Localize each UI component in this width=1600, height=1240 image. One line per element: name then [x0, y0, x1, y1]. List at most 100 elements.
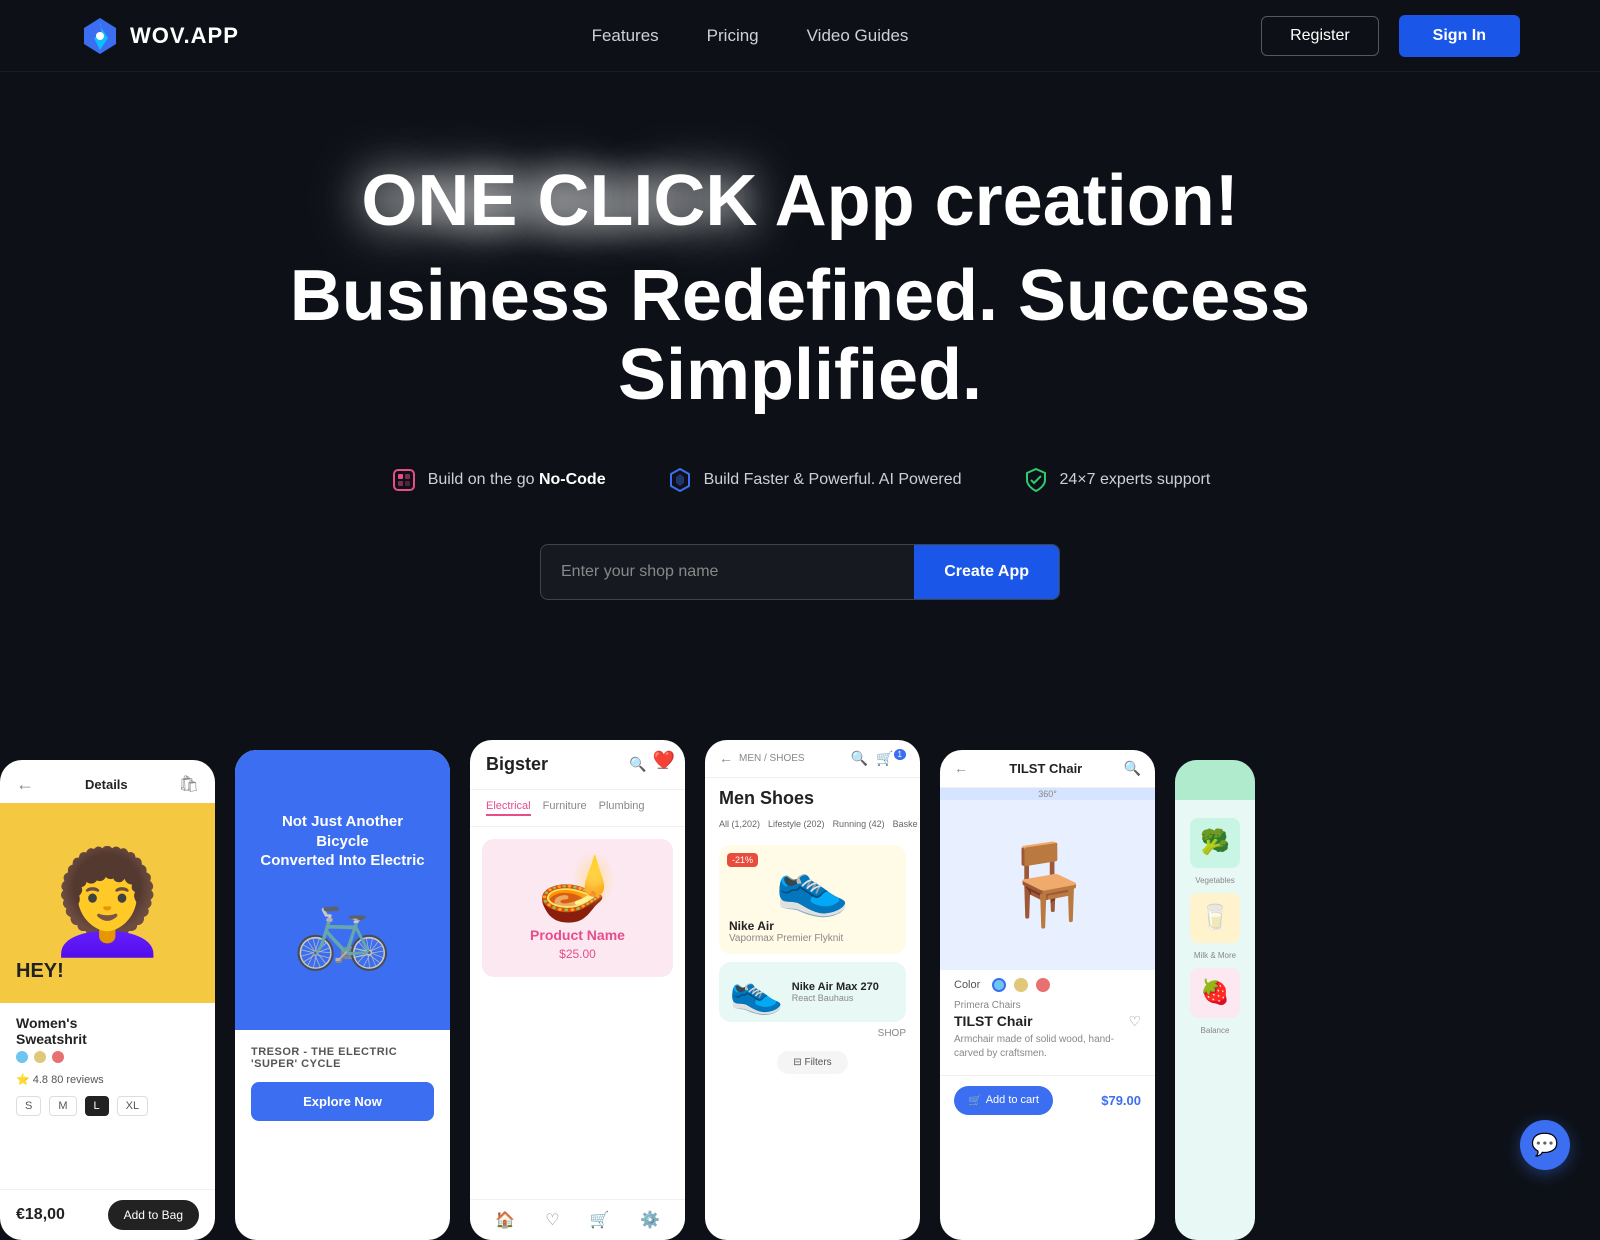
partial-items: 🥦 Vegetables 🥛 Milk & More 🍓 Balance: [1175, 810, 1255, 1043]
size-l[interactable]: L: [85, 1096, 109, 1116]
badge-ai-text: Build Faster & Powerful. AI Powered: [704, 471, 962, 489]
partial-label-3: Balance: [1201, 1026, 1230, 1035]
color-gold[interactable]: [34, 1051, 46, 1063]
shoes-nav-icons: 🔍 🛒1: [851, 750, 906, 767]
chair-brand: Primera Chairs: [954, 1000, 1141, 1011]
logo-text: WOV.APP: [130, 23, 239, 49]
nav-settings-icon[interactable]: ⚙️: [640, 1210, 660, 1230]
signin-button[interactable]: Sign In: [1399, 15, 1520, 57]
fashion-hero-image: 👩‍🦱 HEY!: [0, 803, 215, 1003]
color-blue[interactable]: [992, 978, 1006, 992]
color-red[interactable]: [1036, 978, 1050, 992]
back-icon[interactable]: ←: [16, 774, 34, 795]
size-s[interactable]: S: [16, 1096, 41, 1116]
support-icon: [1022, 466, 1050, 494]
color-blue[interactable]: [16, 1051, 28, 1063]
cta-box: Create App: [540, 544, 1060, 600]
chair-color-options: Color: [940, 970, 1155, 1000]
back-icon[interactable]: ←: [954, 760, 968, 776]
shop-name-input[interactable]: [541, 545, 914, 599]
shoes-product-1: -21% 👟 Nike Air Vapormax Premier Flyknit: [719, 845, 906, 954]
store-logo: Bigster: [486, 754, 548, 775]
add-to-cart-button[interactable]: 🛒 Add to cart: [954, 1086, 1053, 1115]
badge-nocode: Build on the go No-Code: [390, 466, 606, 494]
filter-running[interactable]: Running (42): [833, 819, 885, 829]
store-categories: Electrical Furniture Plumbing: [470, 790, 685, 827]
cat-plumbing[interactable]: Plumbing: [599, 800, 645, 816]
fashion-info: Women'sSweatshrit ⭐ 4.8 80 reviews S M L…: [0, 1003, 215, 1189]
search-icon[interactable]: 🔍: [1124, 760, 1141, 777]
nav-cart-icon[interactable]: 🛒: [590, 1210, 610, 1230]
cat-electrical[interactable]: Electrical: [486, 800, 531, 816]
card-bike: Not Just Another BicycleConverted Into E…: [235, 750, 450, 1240]
card-chair: ← TILST Chair 🔍 360° 🪑 Color Primera Cha…: [940, 750, 1155, 1240]
favorite-icon[interactable]: ❤️: [653, 750, 675, 771]
back-icon[interactable]: ←: [719, 750, 733, 766]
filter-lifestyle[interactable]: Lifestyle (202): [768, 819, 825, 829]
shoe-2-image: 👟: [729, 970, 784, 1014]
shoes-bottom-label: SHOP: [719, 1028, 906, 1039]
register-button[interactable]: Register: [1261, 16, 1379, 56]
color-gold[interactable]: [1014, 978, 1028, 992]
explore-button[interactable]: Explore Now: [251, 1082, 434, 1121]
shoe-2-info: Nike Air Max 270 React Bauhaus: [792, 981, 896, 1003]
hero-section: ONE CLICK App creation! Business Redefin…: [0, 72, 1600, 740]
color-red[interactable]: [52, 1051, 64, 1063]
shoe-2-sub: React Bauhaus: [792, 993, 896, 1003]
fashion-footer: €18,00 Add to Bag: [0, 1189, 215, 1240]
bike-info: TRESOR - THE ELECTRIC 'SUPER' CYCLE Expl…: [235, 1030, 450, 1137]
bike-headline: Not Just Another BicycleConverted Into E…: [255, 812, 430, 871]
nav-home-icon[interactable]: 🏠: [495, 1210, 515, 1230]
partial-label-1: Vegetables: [1195, 876, 1235, 885]
badge-support: 24×7 experts support: [1022, 466, 1211, 494]
fashion-color-swatches: [16, 1051, 199, 1063]
cart-icon[interactable]: 🛍: [179, 774, 199, 794]
fashion-sizes: S M L XL: [16, 1096, 199, 1116]
cat-furniture[interactable]: Furniture: [543, 800, 587, 816]
chat-icon: 💬: [1531, 1132, 1558, 1158]
cta-row: Create App: [40, 544, 1560, 600]
add-to-bag-button[interactable]: Add to Bag: [108, 1200, 199, 1230]
nav-features[interactable]: Features: [592, 26, 659, 46]
favorite-icon[interactable]: ♡: [1128, 1013, 1141, 1030]
filter-basket[interactable]: Baske: [893, 819, 918, 829]
card-partial: 🥦 Vegetables 🥛 Milk & More 🍓 Balance: [1175, 760, 1255, 1240]
cart-icon[interactable]: 🛒1: [876, 750, 906, 767]
shoes-filters-button[interactable]: ⊟ Filters: [777, 1051, 847, 1074]
hero-subtitle-line2: Business Redefined. Success: [40, 257, 1560, 336]
size-xl[interactable]: XL: [117, 1096, 148, 1116]
fashion-model-emoji: 👩‍🦱: [45, 853, 170, 953]
partial-header: [1175, 760, 1255, 800]
hero-highlight: ONE CLICK: [361, 162, 757, 241]
chair-price: $79.00: [1101, 1093, 1141, 1108]
shoes-breadcrumb-row: ← MEN / SHOES: [719, 750, 805, 766]
badge-nocode-text: Build on the go No-Code: [428, 471, 606, 489]
fashion-card-header: ← Details 🛍: [0, 760, 215, 803]
badge-ai: Build Faster & Powerful. AI Powered: [666, 466, 962, 494]
create-app-button[interactable]: Create App: [914, 545, 1059, 599]
size-m[interactable]: M: [49, 1096, 76, 1116]
nocode-icon: [390, 466, 418, 494]
shoes-product-2: 👟 Nike Air Max 270 React Bauhaus: [719, 962, 906, 1022]
search-icon[interactable]: 🔍: [629, 756, 646, 773]
chair-360-label: 360°: [940, 788, 1155, 800]
card-fashion: ← Details 🛍 👩‍🦱 HEY! Women'sSweatshrit ⭐…: [0, 760, 215, 1240]
add-to-cart-label: Add to cart: [986, 1094, 1039, 1106]
chat-bubble-button[interactable]: 💬: [1520, 1120, 1570, 1170]
partial-item-2: 🥛: [1190, 893, 1240, 943]
bike-emoji: 🚲: [293, 887, 393, 967]
fashion-rating: ⭐ 4.8 80 reviews: [16, 1073, 199, 1086]
fashion-product-name: Women'sSweatshrit: [16, 1015, 199, 1047]
chair-description: Armchair made of solid wood, hand-carved…: [954, 1033, 1141, 1061]
store-bottom-nav: 🏠 ♡ 🛒 ⚙️: [470, 1199, 685, 1240]
chair-footer: 🛒 Add to cart $79.00: [940, 1075, 1155, 1125]
filter-all[interactable]: All (1,202): [719, 819, 760, 829]
nav-pricing[interactable]: Pricing: [707, 26, 759, 46]
ai-icon: [666, 466, 694, 494]
chair-name-row: TILST Chair ♡: [954, 1011, 1141, 1033]
nav-heart-icon[interactable]: ♡: [545, 1210, 559, 1230]
partial-item-3: 🍓: [1190, 968, 1240, 1018]
nav-video-guides[interactable]: Video Guides: [807, 26, 909, 46]
search-icon[interactable]: 🔍: [851, 750, 868, 767]
card-shoes: ← MEN / SHOES 🔍 🛒1 Men Shoes All (1,202)…: [705, 740, 920, 1240]
